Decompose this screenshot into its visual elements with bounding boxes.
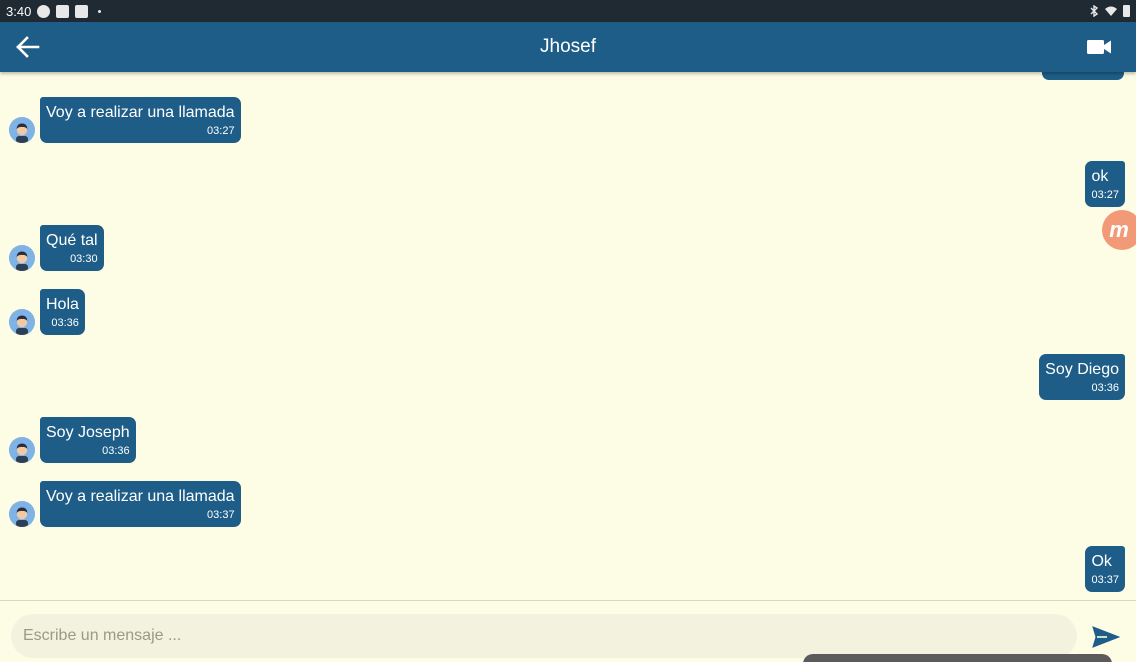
- user-avatar-icon[interactable]: [9, 117, 35, 143]
- video-call-icon[interactable]: [1086, 37, 1112, 57]
- back-arrow-icon[interactable]: [14, 34, 42, 60]
- message-text: Hola: [46, 296, 79, 313]
- send-icon[interactable]: [1092, 625, 1120, 649]
- message-text: Voy a realizar una llamada: [46, 488, 235, 505]
- user-avatar-icon[interactable]: [9, 309, 35, 335]
- message-text: Soy Joseph: [46, 424, 130, 441]
- notification-image-icon: [56, 4, 70, 18]
- message-time: 03:37: [207, 509, 235, 521]
- message-text: Voy a realizar una llamada: [46, 104, 235, 121]
- message-bubble[interactable]: Voy a realizar una llamada 03:27: [40, 97, 241, 143]
- notification-check-icon: [75, 4, 89, 18]
- notification-dot-icon: [98, 9, 102, 13]
- message-list[interactable]: m Voy a realizar una llamada 03:27 ok 03:27…: [0, 72, 1136, 600]
- battery-icon: [1123, 5, 1130, 17]
- chat-title: Jhosef: [540, 36, 596, 57]
- message-time: 03:27: [207, 125, 235, 137]
- message-text: Ok: [1091, 553, 1112, 570]
- status-time: 3:40: [6, 3, 32, 19]
- message-time: 03:27: [1091, 189, 1119, 201]
- message-bubble[interactable]: Soy Joseph 03:36: [40, 417, 136, 463]
- message-time: 03:37: [1091, 574, 1119, 586]
- message-time: 03:36: [51, 317, 79, 329]
- message-input[interactable]: [11, 614, 1077, 658]
- message-bubble[interactable]: Qué tal 03:30: [40, 225, 104, 271]
- incoming-message[interactable]: Voy a realizar una llamada 03:37: [40, 481, 241, 527]
- chat-screen: 3:40 Jhosef m Voy a realizar una llamada…: [0, 0, 1136, 662]
- partial-message-bubble: [1042, 72, 1124, 80]
- toast-notification: [803, 654, 1112, 662]
- message-bubble[interactable]: Hola 03:36: [40, 289, 85, 335]
- outgoing-message[interactable]: Ok 03:37: [1085, 546, 1125, 592]
- outgoing-message[interactable]: ok 03:27: [1085, 161, 1125, 207]
- message-bubble[interactable]: Soy Diego 03:36: [1039, 354, 1125, 400]
- floating-app-bubble-icon[interactable]: m: [1102, 210, 1136, 250]
- message-bubble[interactable]: ok 03:27: [1085, 161, 1125, 207]
- incoming-message[interactable]: Soy Joseph 03:36: [40, 417, 136, 463]
- message-time: 03:36: [1091, 382, 1119, 394]
- status-bar: 3:40: [0, 0, 1136, 22]
- bluetooth-icon: [1090, 5, 1099, 17]
- message-bubble[interactable]: Voy a realizar una llamada 03:37: [40, 481, 241, 527]
- user-avatar-icon[interactable]: [9, 437, 35, 463]
- message-composer: [0, 600, 1136, 662]
- message-text: Qué tal: [46, 232, 98, 249]
- message-text: Soy Diego: [1045, 361, 1119, 378]
- app-bar: Jhosef: [0, 22, 1136, 72]
- message-text: ok: [1091, 168, 1109, 185]
- message-bubble[interactable]: Ok 03:37: [1085, 546, 1125, 592]
- wifi-icon: [1105, 6, 1117, 16]
- notification-app-icon: [37, 4, 51, 18]
- message-time: 03:30: [70, 253, 98, 265]
- status-system-icons: [1089, 5, 1130, 17]
- incoming-message[interactable]: Qué tal 03:30: [40, 225, 104, 271]
- message-time: 03:36: [102, 445, 130, 457]
- user-avatar-icon[interactable]: [9, 501, 35, 527]
- incoming-message[interactable]: Hola 03:36: [40, 289, 85, 335]
- incoming-message[interactable]: Voy a realizar una llamada 03:27: [40, 97, 241, 143]
- outgoing-message[interactable]: Soy Diego 03:36: [1039, 354, 1125, 400]
- user-avatar-icon[interactable]: [9, 245, 35, 271]
